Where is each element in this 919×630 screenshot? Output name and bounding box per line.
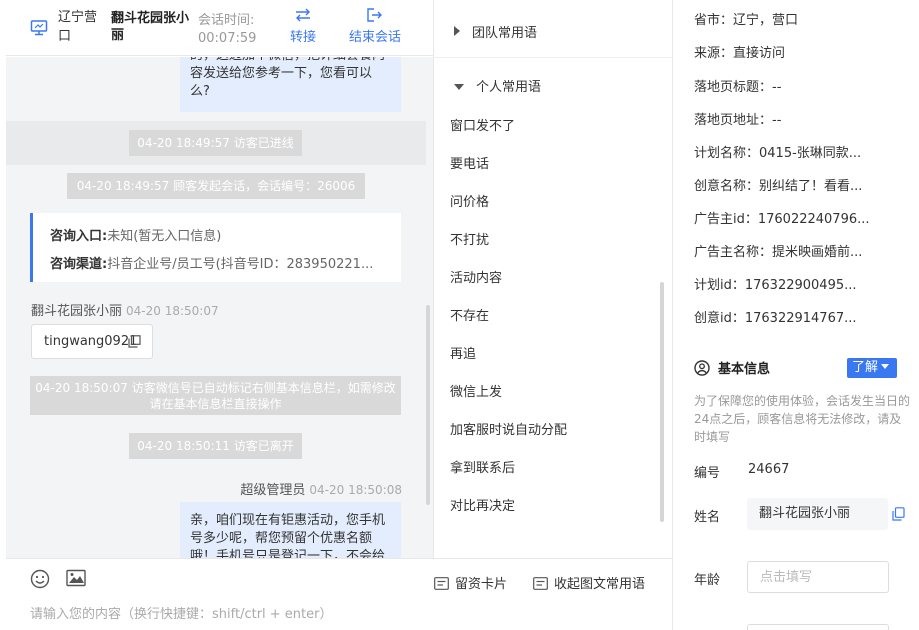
info-plan-id: 计划id：176322900495... <box>694 278 857 293</box>
personal-phrases-group[interactable]: 个人常用语 <box>454 76 541 95</box>
wechat-id: tingwang0921 <box>44 334 138 349</box>
copy-icon[interactable] <box>128 335 141 348</box>
basic-info-title: 基本信息 <box>694 358 770 377</box>
age-input[interactable] <box>747 561 889 593</box>
visitor-sender: 翻斗花园张小丽 04-20 18:50:07 <box>31 304 219 319</box>
divider <box>434 57 672 58</box>
entry-value: 未知(暂无入口信息) <box>107 229 222 244</box>
visitor-info-panel: 省市：辽宁，营口 来源：直接访问 落地页标题：-- 落地页地址：-- 计划名称：… <box>672 0 919 630</box>
name-field[interactable]: 翻斗花园张小丽 <box>747 498 888 530</box>
phrase-item[interactable]: 微信上发 <box>450 381 502 400</box>
user-icon <box>694 360 710 376</box>
age-label: 年龄 <box>694 573 721 588</box>
phrase-item[interactable]: 问价格 <box>450 191 489 210</box>
name-label: 姓名 <box>694 510 721 525</box>
phrase-item[interactable]: 加客服时说自动分配 <box>450 419 567 438</box>
entry-info-card: 咨询入口:未知(暂无入口信息) 咨询渠道:抖音企业号/员工号(抖音号ID：283… <box>30 213 401 282</box>
info-landing-url: 落地页地址：-- <box>694 113 782 128</box>
phrases-panel: 团队常用语 个人常用语 窗口发不了 要电话 问价格 不打扰 活动内容 不存在 再… <box>433 0 672 558</box>
info-province: 省市：辽宁，营口 <box>694 13 799 28</box>
chat-input-area: 留资卡片 收起图文常用语 <box>6 558 672 630</box>
edit-notice: 为了保障您的使用体验，会话发生当日的24点之后，顾客信息将无法修改，请及时填写 <box>694 394 911 444</box>
chat-panel: 辽宁营口 翻斗花园张小丽 会话时间: 00:07:59 转接 结束会话 的，这边… <box>0 0 433 630</box>
system-notice-started: 04-20 18:49:57 顾客发起会话，会话编号：26006 <box>67 173 365 199</box>
message-list[interactable]: 的，这边加个微信，把详细套餐内容发送给您参考一下，您看可以么? 04-20 18… <box>6 57 433 558</box>
info-plan-name: 计划名称：0415-张琳同款... <box>694 146 862 161</box>
entry-row: 咨询入口:未知(暂无入口信息) <box>50 229 222 244</box>
id-value: 24667 <box>748 462 790 477</box>
transfer-label: 转接 <box>290 30 317 45</box>
info-advertiser-id: 广告主id：176022240796... <box>694 212 870 227</box>
exit-icon <box>367 8 382 22</box>
visitor-message-bubble: tingwang0921 <box>31 324 153 359</box>
emoji-icon[interactable] <box>30 569 50 589</box>
message-input[interactable] <box>30 607 450 622</box>
phrase-item[interactable]: 再追 <box>450 343 476 362</box>
channel-value: 抖音企业号/员工号(抖音号ID：283950221... <box>107 257 374 272</box>
phrase-item[interactable]: 拿到联系后 <box>450 457 515 476</box>
phrase-item[interactable]: 对比再决定 <box>450 495 515 514</box>
phrase-item[interactable]: 不存在 <box>450 305 489 324</box>
phrase-item[interactable]: 不打扰 <box>450 229 489 248</box>
info-creative-name: 创意名称：别纠结了！看看... <box>694 179 863 194</box>
lead-card-button[interactable]: 留资卡片 <box>434 573 507 592</box>
visitor-region: 辽宁营口 <box>58 10 98 44</box>
phrase-item[interactable]: 要电话 <box>450 153 489 172</box>
session-time-label: 会话时间: <box>198 13 255 28</box>
next-field-input[interactable] <box>747 624 889 630</box>
copy-icon[interactable] <box>892 507 905 521</box>
message-icon <box>533 577 548 590</box>
caret-down-icon <box>881 364 890 369</box>
team-phrases-group[interactable]: 团队常用语 <box>454 22 537 41</box>
end-chat-label: 结束会话 <box>349 30 402 45</box>
image-icon[interactable] <box>66 569 86 587</box>
visitor-timestamp: 04-20 18:50:07 <box>126 304 219 318</box>
visitor-name: 翻斗花园张小丽 <box>111 11 190 43</box>
card-icon <box>434 577 449 590</box>
session-time: 00:07:59 <box>198 31 257 46</box>
info-creative-id: 创意id：176322914767... <box>694 311 857 326</box>
phrase-item[interactable]: 活动内容 <box>450 267 502 286</box>
agent-message-bubble: 亲，咱们现在有钜惠活动，您手机号多少呢，帮您预留个优惠名额哦！手机号只是登记一下… <box>180 502 401 558</box>
agent-timestamp: 04-20 18:50:08 <box>309 483 402 497</box>
system-notice-entered: 04-20 18:49:57 访客已进线 <box>129 130 302 156</box>
monitor-icon <box>30 20 48 36</box>
agent-sender: 超级管理员 04-20 18:50:08 <box>240 483 402 498</box>
info-advertiser-name: 广告主名称：提米映画婚前... <box>694 245 863 260</box>
phrase-item[interactable]: 窗口发不了 <box>450 115 515 134</box>
system-notice-wechat-marked: 04-20 18:50:07 访客微信号已自动标记右侧基本信息栏，如需修改请在基… <box>30 376 401 415</box>
learn-more-dropdown[interactable]: 了解 <box>847 358 897 378</box>
system-notice-left: 04-20 18:50:11 访客已离开 <box>129 433 302 459</box>
id-label: 编号 <box>694 466 721 481</box>
channel-row: 咨询渠道:抖音企业号/员工号(抖音号ID：283950221... <box>50 257 374 272</box>
chat-scrollbar[interactable] <box>426 305 430 505</box>
transfer-button[interactable]: 转接 <box>290 7 316 45</box>
chat-header: 辽宁营口 翻斗花园张小丽 会话时间: 00:07:59 转接 结束会话 <box>6 0 433 56</box>
end-chat-button[interactable]: 结束会话 <box>349 7 401 45</box>
transfer-icon <box>296 8 310 22</box>
caret-right-icon <box>454 26 460 36</box>
phrases-scrollbar[interactable] <box>660 282 664 522</box>
agent-message-bubble: 的，这边加个微信，把详细套餐内容发送给您参考一下，您看可以么? <box>180 57 401 112</box>
toggle-phrases-button[interactable]: 收起图文常用语 <box>533 573 645 592</box>
info-source: 来源：直接访问 <box>694 46 786 61</box>
info-landing-title: 落地页标题：-- <box>694 80 782 95</box>
caret-down-icon <box>454 84 464 90</box>
